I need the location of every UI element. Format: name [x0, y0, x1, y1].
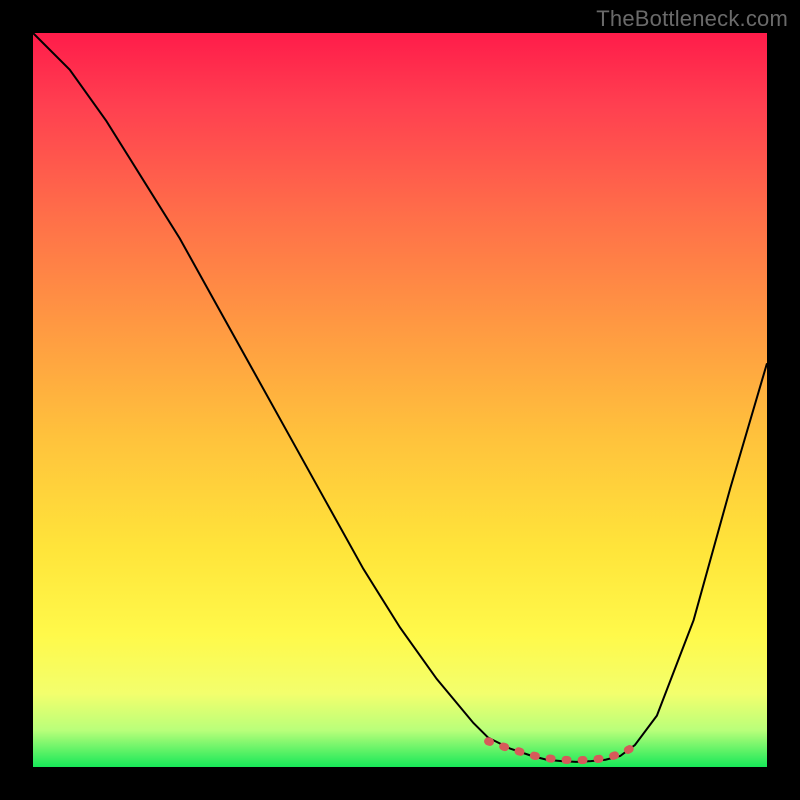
chart-svg: [33, 33, 767, 767]
watermark-text: TheBottleneck.com: [596, 6, 788, 32]
optimal-range-highlight: [488, 741, 635, 760]
bottleneck-curve: [33, 33, 767, 762]
chart-plot-area: [33, 33, 767, 767]
